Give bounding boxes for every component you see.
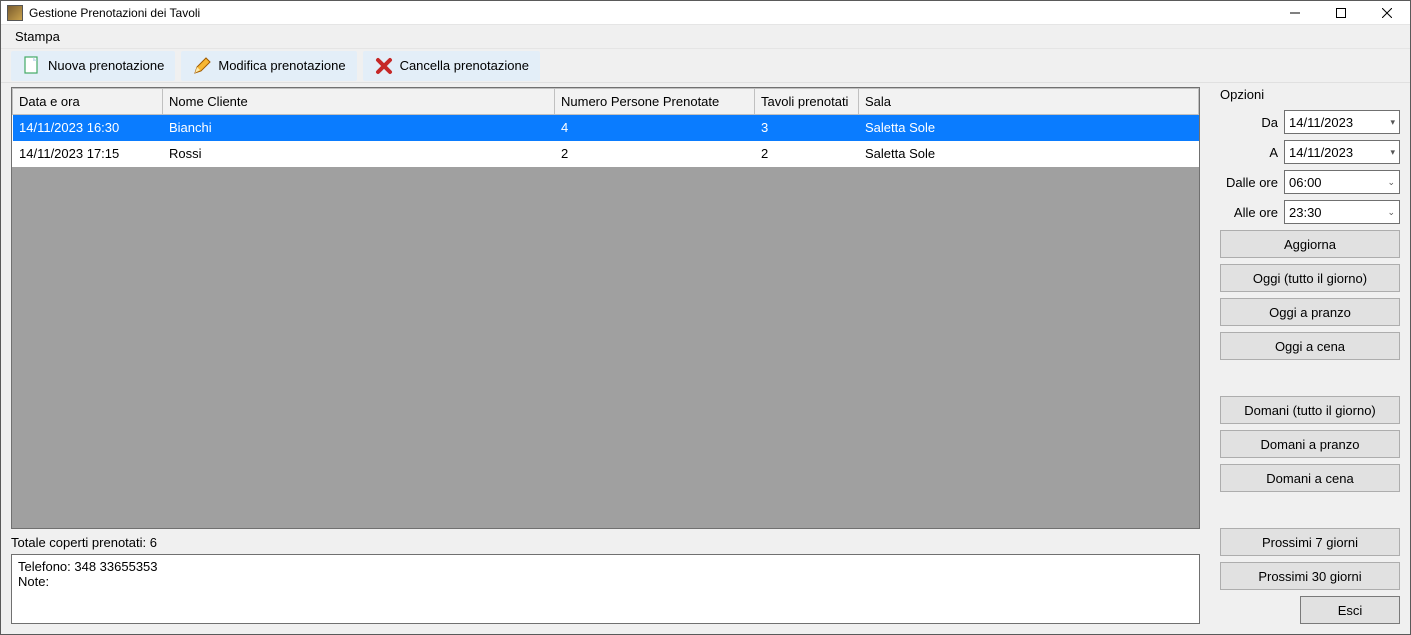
table-row[interactable]: 14/11/2023 16:30Bianchi43Saletta Sole <box>13 115 1199 141</box>
next-30-days-button[interactable]: Prossimi 30 giorni <box>1220 562 1400 590</box>
reservation-grid[interactable]: Data e ora Nome Cliente Numero Persone P… <box>11 87 1200 529</box>
cell-tables: 3 <box>755 115 859 141</box>
window-title: Gestione Prenotazioni dei Tavoli <box>29 6 1272 20</box>
delete-reservation-label: Cancella prenotazione <box>400 58 529 73</box>
tomorrow-all-button[interactable]: Domani (tutto il giorno) <box>1220 396 1400 424</box>
edit-reservation-button[interactable]: Modifica prenotazione <box>181 51 356 81</box>
content-area: Data e ora Nome Cliente Numero Persone P… <box>1 83 1410 634</box>
close-button[interactable] <box>1364 1 1410 24</box>
to-date-picker[interactable]: 14/11/2023 ▾ <box>1284 140 1400 164</box>
tomorrow-lunch-button[interactable]: Domani a pranzo <box>1220 430 1400 458</box>
exit-button[interactable]: Esci <box>1300 596 1400 624</box>
cell-room: Saletta Sole <box>859 141 1199 167</box>
today-dinner-button[interactable]: Oggi a cena <box>1220 332 1400 360</box>
minimize-button[interactable] <box>1272 1 1318 24</box>
cell-datetime: 14/11/2023 16:30 <box>13 115 163 141</box>
today-lunch-button[interactable]: Oggi a pranzo <box>1220 298 1400 326</box>
chevron-down-icon: ▾ <box>1390 147 1395 158</box>
delete-x-icon <box>374 56 394 76</box>
titlebar: Gestione Prenotazioni dei Tavoli <box>1 1 1410 25</box>
chevron-down-icon: ⌄ <box>1387 177 1395 188</box>
from-time-value: 06:00 <box>1289 175 1322 190</box>
next-7-days-button[interactable]: Prossimi 7 giorni <box>1220 528 1400 556</box>
pencil-icon <box>192 56 212 76</box>
grid-empty-area <box>12 167 1199 529</box>
today-all-button[interactable]: Oggi (tutto il giorno) <box>1220 264 1400 292</box>
col-people[interactable]: Numero Persone Prenotate <box>555 89 755 115</box>
menubar: Stampa <box>1 25 1410 49</box>
from-date-label: Da <box>1220 115 1278 130</box>
cell-tables: 2 <box>755 141 859 167</box>
col-datetime[interactable]: Data e ora <box>13 89 163 115</box>
maximize-button[interactable] <box>1318 1 1364 24</box>
edit-reservation-label: Modifica prenotazione <box>218 58 345 73</box>
app-window: Gestione Prenotazioni dei Tavoli Stampa … <box>0 0 1411 635</box>
to-time-value: 23:30 <box>1289 205 1322 220</box>
to-date-value: 14/11/2023 <box>1289 145 1353 160</box>
cell-people: 4 <box>555 115 755 141</box>
from-date-value: 14/11/2023 <box>1289 115 1353 130</box>
options-pane: Opzioni Da 14/11/2023 ▾ A 14/11/2023 ▾ D… <box>1220 87 1400 624</box>
delete-reservation-button[interactable]: Cancella prenotazione <box>363 51 540 81</box>
table-row[interactable]: 14/11/2023 17:15Rossi22Saletta Sole <box>13 141 1199 167</box>
detail-notes: Note: <box>18 574 1193 589</box>
from-date-picker[interactable]: 14/11/2023 ▾ <box>1284 110 1400 134</box>
document-new-icon <box>22 56 42 76</box>
from-time-label: Dalle ore <box>1220 175 1278 190</box>
new-reservation-label: Nuova prenotazione <box>48 58 164 73</box>
left-pane: Data e ora Nome Cliente Numero Persone P… <box>11 87 1200 624</box>
chevron-down-icon: ▾ <box>1390 117 1395 128</box>
detail-phone: Telefono: 348 33655353 <box>18 559 1193 574</box>
to-time-label: Alle ore <box>1220 205 1278 220</box>
cell-client: Bianchi <box>163 115 555 141</box>
to-time-picker[interactable]: 23:30 ⌄ <box>1284 200 1400 224</box>
reservation-detail-box: Telefono: 348 33655353 Note: <box>11 554 1200 624</box>
toolbar: Nuova prenotazione Modifica prenotazione… <box>1 49 1410 83</box>
from-time-picker[interactable]: 06:00 ⌄ <box>1284 170 1400 194</box>
tomorrow-dinner-button[interactable]: Domani a cena <box>1220 464 1400 492</box>
options-header: Opzioni <box>1220 87 1400 102</box>
cell-client: Rossi <box>163 141 555 167</box>
cell-room: Saletta Sole <box>859 115 1199 141</box>
refresh-button[interactable]: Aggiorna <box>1220 230 1400 258</box>
window-controls <box>1272 1 1410 24</box>
chevron-down-icon: ⌄ <box>1387 207 1395 218</box>
cell-people: 2 <box>555 141 755 167</box>
col-client[interactable]: Nome Cliente <box>163 89 555 115</box>
new-reservation-button[interactable]: Nuova prenotazione <box>11 51 175 81</box>
col-room[interactable]: Sala <box>859 89 1199 115</box>
to-date-label: A <box>1220 145 1278 160</box>
col-tables[interactable]: Tavoli prenotati <box>755 89 859 115</box>
app-icon <box>7 5 23 21</box>
menu-print[interactable]: Stampa <box>9 25 66 48</box>
cell-datetime: 14/11/2023 17:15 <box>13 141 163 167</box>
summary-line: Totale coperti prenotati: 6 <box>11 535 1200 550</box>
